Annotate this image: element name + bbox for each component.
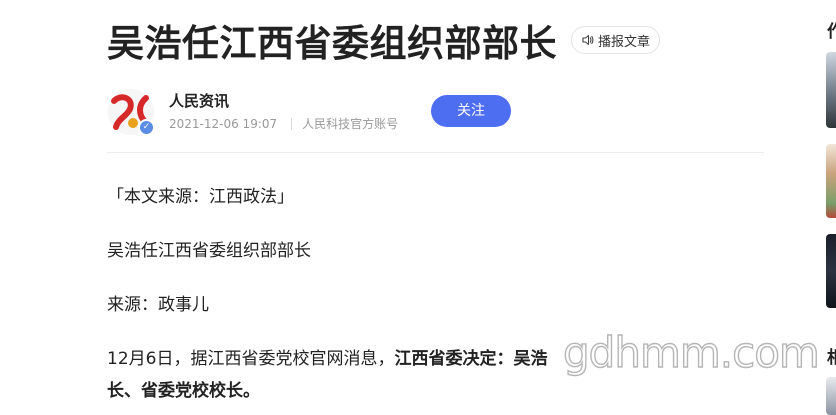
sidebar-section-title-author: 作 [827,22,836,42]
sidebar-thumbnail[interactable] [826,377,836,415]
sidebar-thumbnail[interactable] [826,234,836,308]
paragraph-body: 12月6日，据江西省委党校官网消息，江西省委决定：吴浩 [107,344,547,369]
account-type: 人民科技官方账号 [302,117,399,131]
author-meta: 2021-12-06 19:07 人民科技官方账号 [169,115,398,132]
paragraph-via: 来源：政事儿 [107,295,209,315]
publish-date: 2021-12-06 19:07 [169,116,278,131]
author-avatar[interactable]: ✓ [108,89,155,136]
read-aloud-label: 播报文章 [598,34,651,50]
title-row: 吴浩任江西省委组织部部长 播报文章 [107,14,661,66]
author-name[interactable]: 人民资讯 [169,90,229,111]
paragraph-body-continued: 长、省委党校校长。 [107,381,260,401]
meta-divider [291,117,293,130]
header-divider [107,152,764,153]
verified-badge-icon: ✓ [138,119,155,136]
sidebar-section-title-related: 相 [827,348,836,368]
paragraph-source: 「本文来源：江西政法」 [107,187,294,207]
follow-button[interactable]: 关注 [431,95,511,127]
sidebar-thumbnail[interactable] [826,52,836,128]
watermark-text: gdhmm.com [562,327,820,377]
sidebar-thumbnail[interactable] [826,144,836,218]
article-main: 吴浩任江西省委组织部部长 播报文章 ✓ 人民资讯 2021-12-06 19:0 [0,0,821,415]
body-bold-text: 江西省委决定：吴浩 [394,349,548,369]
article-title: 吴浩任江西省委组织部部长 [107,22,557,65]
speaker-icon [581,33,595,47]
body-text: 12月6日，据江西省委党校官网消息， [107,349,395,369]
paragraph-headline: 吴浩任江西省委组织部部长 [107,241,311,261]
author-bar: ✓ 人民资讯 2021-12-06 19:07 人民科技官方账号 关注 [108,86,768,138]
read-aloud-button[interactable]: 播报文章 [571,26,661,54]
